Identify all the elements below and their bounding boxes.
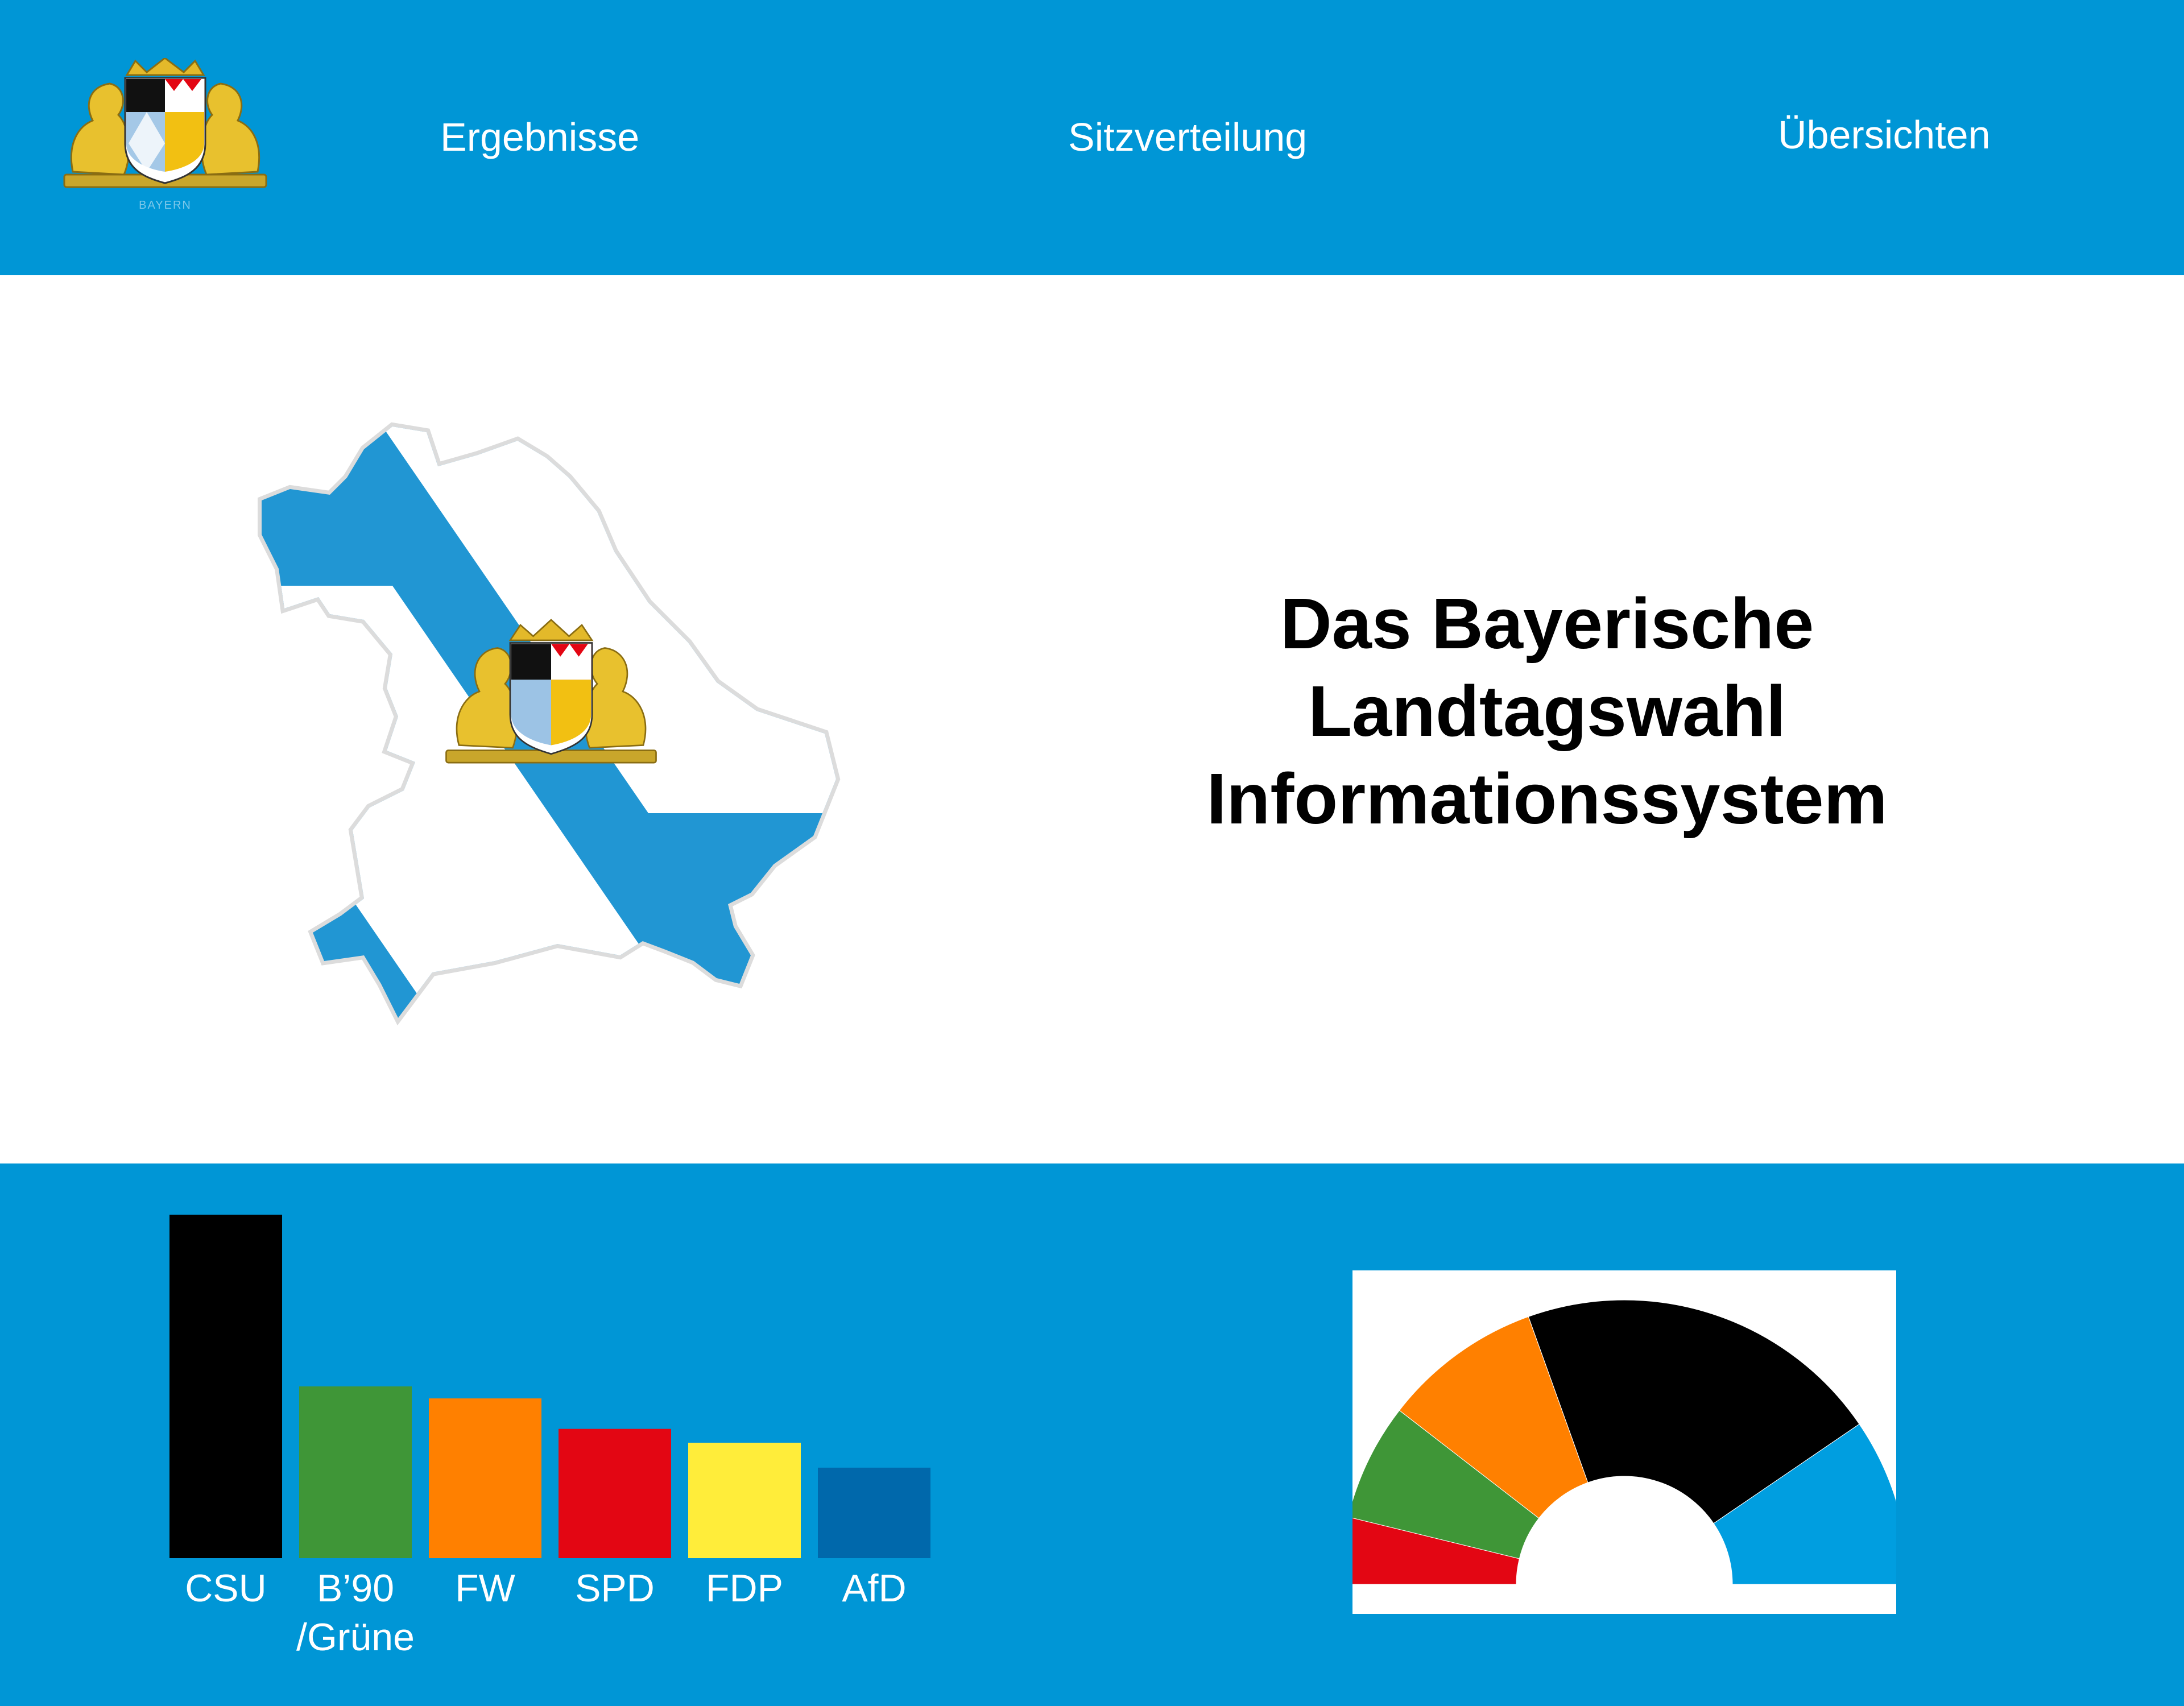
nav-link-ergebnisse[interactable]: Ergebnisse [440,111,639,163]
vote-share-bar-chart: CSU B’90/Grüne FW SPD FDP AfD [169,1215,930,1659]
bar-b-90-gr-ne [299,1386,412,1558]
bar-csu [169,1215,282,1558]
bavaria-map-illustration [258,422,841,1026]
title-line: Informationssystem [1206,759,1888,839]
bar-afd [818,1467,930,1558]
page-title: Das Bayerische Landtagswahl Informations… [1092,580,2002,843]
bar-label: AfD [842,1567,906,1610]
nav-link-uebersichten[interactable]: Übersichten [1778,109,1991,160]
title-line: Landtagswahl [1308,671,1786,751]
bar-label: /Grüne [296,1616,415,1659]
seat-chart-baseline [1352,1584,1896,1614]
title-line: Das Bayerische [1280,583,1814,664]
bar-label: FW [455,1567,515,1610]
bar-fdp [688,1443,801,1558]
bar-fw [429,1398,541,1558]
bar-label: FDP [706,1567,783,1610]
seat-distribution-chart [1352,1299,1896,1614]
logo-caption: BAYERN [139,199,192,212]
nav-link-sitzverteilung[interactable]: Sitzverteilung [1068,111,1307,163]
bar-label: SPD [575,1567,655,1610]
header-bar: BAYERN Ergebnisse Sitzverteilung Übersic… [0,0,2184,275]
bar-label: B’90 [317,1567,394,1610]
bar-spd [559,1428,671,1558]
bar-label: CSU [185,1567,267,1610]
bavarian-coat-of-arms-logo[interactable] [61,58,269,212]
